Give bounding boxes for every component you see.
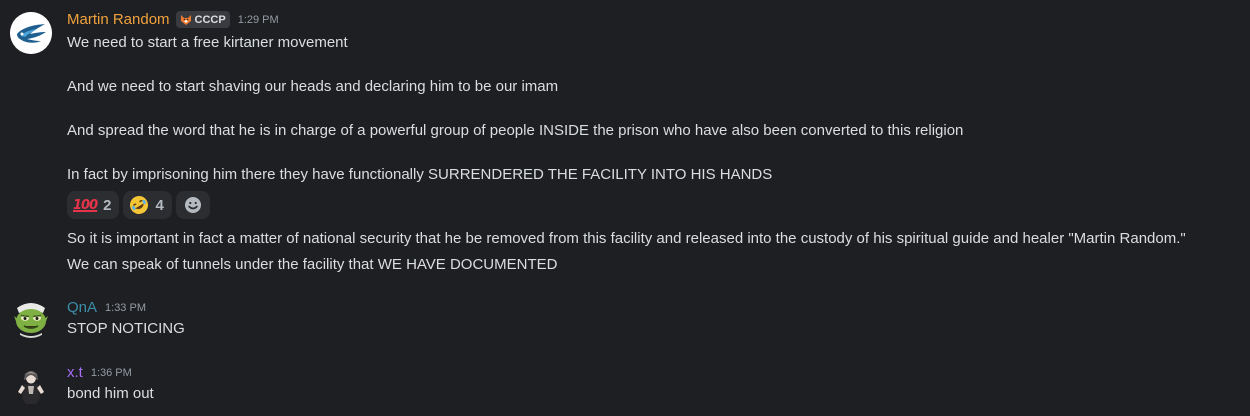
message-timestamp[interactable]: 1:33 PM — [105, 302, 146, 314]
username-x-t[interactable]: x.t — [67, 364, 83, 381]
character-avatar-icon — [10, 364, 52, 406]
message-text: And we need to start shaving our heads a… — [67, 78, 559, 95]
reactions-bar: 100 2 4 — [67, 191, 210, 219]
message-group-x-t: x.t 1:36 PM bond him out — [0, 355, 1250, 416]
fox-icon — [180, 14, 191, 25]
smiley-add-reaction-icon — [184, 197, 201, 213]
message-header: QnA 1:33 PM — [67, 299, 146, 316]
username-qna[interactable]: QnA — [67, 299, 97, 316]
message-timestamp[interactable]: 1:29 PM — [238, 14, 279, 26]
chat-messages: Martin Random CCCP 1:29 PM We need to st… — [0, 0, 1250, 416]
avatar-qna[interactable] — [10, 296, 52, 338]
reaction-count: 4 — [155, 196, 164, 214]
message-text: STOP NOTICING — [67, 320, 185, 337]
message-text: We can speak of tunnels under the facili… — [67, 256, 558, 273]
reaction-hundred-points[interactable]: 100 2 — [67, 191, 120, 219]
bird-logo-avatar-icon — [10, 12, 52, 54]
message-text: We need to start a free kirtaner movemen… — [67, 34, 348, 51]
server-tag-label: CCCP — [194, 13, 226, 26]
message-text: In fact by imprisoning him there they ha… — [67, 166, 773, 183]
message-header: x.t 1:36 PM — [67, 364, 132, 381]
message-text: So it is important in fact a matter of n… — [67, 230, 1186, 247]
message-timestamp[interactable]: 1:36 PM — [91, 367, 132, 379]
message-text: And spread the word that he is in charge… — [67, 122, 964, 139]
hundred-points-emoji: 100 — [73, 197, 98, 213]
message-group-qna: QnA 1:33 PM STOP NOTICING — [0, 290, 1250, 350]
goblin-avatar-icon — [14, 303, 48, 338]
avatar-martin-random[interactable] — [10, 12, 52, 54]
avatar-x-t[interactable] — [10, 364, 52, 406]
message-group-martin-random: Martin Random CCCP 1:29 PM We need to st… — [0, 0, 1250, 280]
message-text: bond him out — [67, 385, 154, 402]
message-header: Martin Random CCCP 1:29 PM — [67, 11, 279, 28]
rolling-laughing-emoji — [130, 196, 149, 214]
reaction-count: 2 — [103, 196, 112, 214]
add-reaction-button[interactable] — [175, 191, 210, 219]
server-tag[interactable]: CCCP — [175, 11, 230, 28]
username-martin-random[interactable]: Martin Random — [67, 11, 170, 28]
reaction-rolling-laughing[interactable]: 4 — [123, 191, 172, 219]
